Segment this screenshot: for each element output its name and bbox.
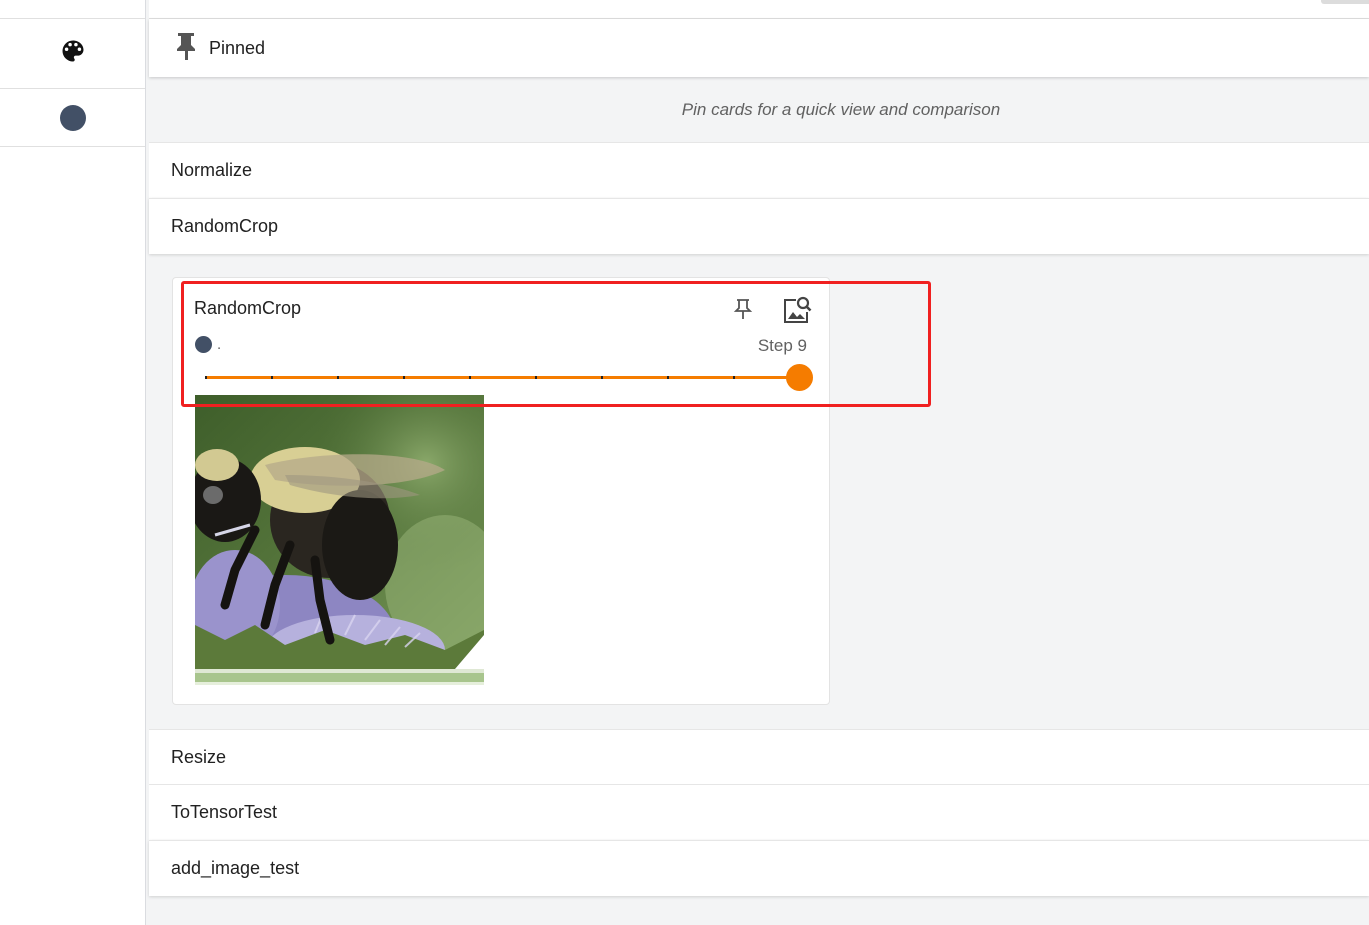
group-header-add-image-test[interactable]: add_image_test	[149, 840, 1369, 896]
group-header-resize[interactable]: Resize	[149, 729, 1369, 785]
rail-header	[0, 0, 145, 19]
slider-tick	[535, 376, 537, 379]
pin-icon	[175, 31, 197, 66]
palette-icon	[59, 37, 87, 70]
slider-tick	[271, 376, 273, 379]
pinned-title: Pinned	[209, 37, 266, 58]
slider-thumb[interactable]	[786, 364, 813, 391]
slider-tick	[403, 376, 405, 379]
image-card: RandomCrop . Step 9	[172, 277, 830, 705]
group-header-normalize[interactable]: Normalize	[149, 142, 1369, 198]
slider-tick	[601, 376, 603, 379]
step-slider[interactable]	[203, 364, 815, 391]
group-header-randomcrop[interactable]: RandomCrop	[149, 198, 1369, 254]
run-color-swatch-row[interactable]	[0, 89, 145, 147]
top-bar-tab[interactable]	[1321, 0, 1369, 4]
bee-image[interactable]	[195, 395, 484, 685]
slider-track[interactable]	[205, 376, 799, 379]
run-color-dot	[59, 104, 86, 131]
pin-icon[interactable]	[733, 298, 753, 320]
main-content: Pinned Pin cards for a quick view and co…	[149, 0, 1369, 925]
color-palette-button[interactable]	[0, 19, 145, 89]
top-bar	[149, 0, 1369, 19]
slider-tick	[205, 376, 207, 379]
image-search-icon[interactable]	[781, 295, 813, 325]
slider-tick	[469, 376, 471, 379]
run-name: .	[217, 336, 222, 353]
pinned-empty-message: Pin cards for a quick view and compariso…	[681, 99, 1001, 119]
step-label: Step 9	[757, 336, 807, 355]
card-title: RandomCrop	[194, 298, 302, 318]
group-header-totensortest[interactable]: ToTensorTest	[149, 784, 1369, 840]
run-color-dot	[195, 336, 212, 353]
slider-tick	[733, 376, 735, 379]
slider-tick	[337, 376, 339, 379]
slider-tick	[667, 376, 669, 379]
pinned-section-header: Pinned	[149, 19, 1369, 77]
left-rail	[0, 0, 146, 925]
